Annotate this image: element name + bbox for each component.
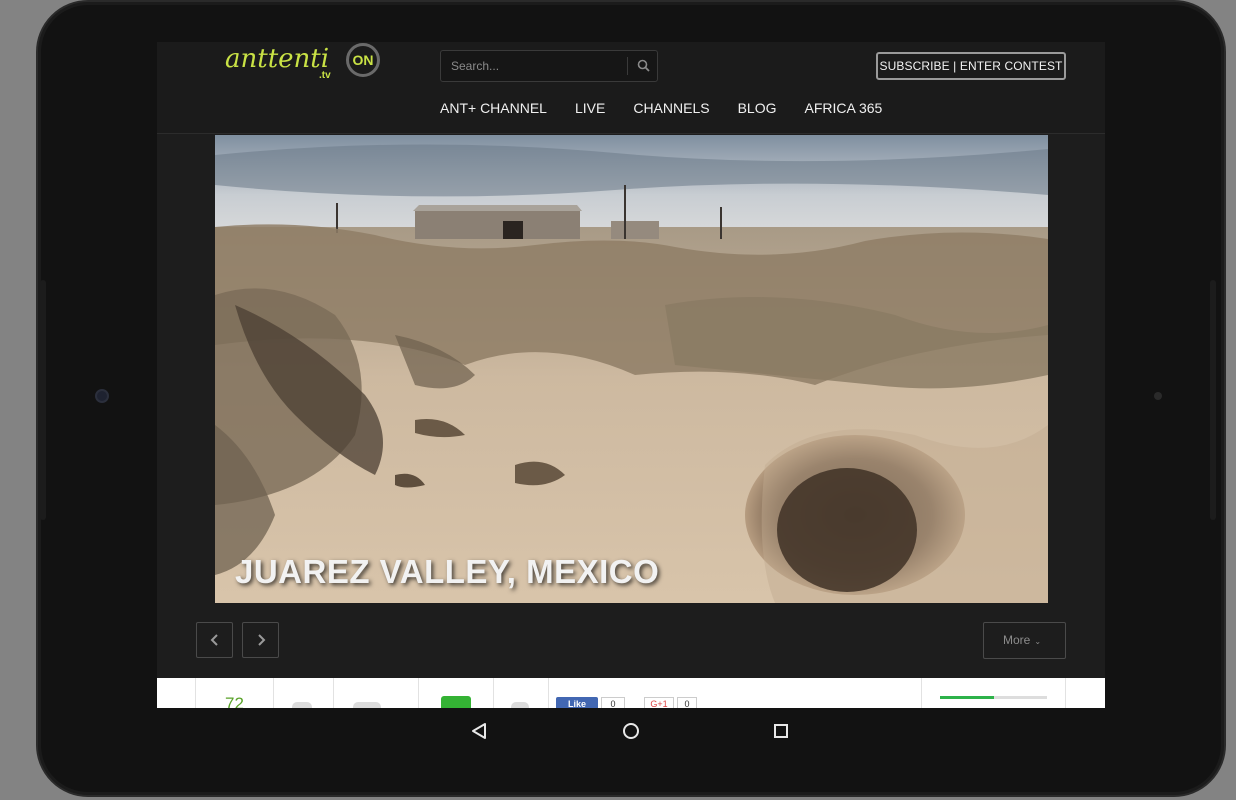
- logo-on-badge: ON: [346, 43, 380, 77]
- nav-item-channels[interactable]: CHANNELS: [633, 100, 709, 120]
- more-button[interactable]: More ⌄: [983, 622, 1066, 659]
- stats-bar: 72 Like 0 G+1 0: [157, 678, 1105, 708]
- hero-video[interactable]: JUAREZ VALLEY, MEXICO: [215, 135, 1048, 603]
- logo-tv: .tv: [319, 70, 331, 81]
- rating-progress-fill: [940, 696, 994, 699]
- site-header: anttenti .tv ON SUBSCRIBE | ENTER CONTES…: [157, 42, 1105, 134]
- camera-icon: [95, 389, 109, 403]
- search-icon: [637, 59, 650, 72]
- search-input[interactable]: [441, 51, 627, 81]
- back-icon[interactable]: [471, 722, 487, 740]
- google-plus-count: 0: [677, 697, 697, 708]
- nav-item-africa-365[interactable]: AFRICA 365: [804, 100, 882, 120]
- nav-item-ant-channel[interactable]: ANT+ CHANNEL: [440, 100, 547, 120]
- stats-divider: [418, 678, 419, 708]
- site-logo[interactable]: anttenti .tv ON: [225, 42, 390, 90]
- logo-text: anttenti: [225, 44, 330, 74]
- prev-button[interactable]: [196, 622, 233, 658]
- nav-item-live[interactable]: LIVE: [575, 100, 605, 120]
- tablet-edge-left: [40, 280, 46, 520]
- search-divider: [627, 57, 628, 75]
- main-nav: ANT+ CHANNEL LIVE CHANNELS BLOG AFRICA 3…: [440, 100, 910, 120]
- stats-divider: [195, 678, 196, 708]
- sensor-icon: [1154, 392, 1162, 400]
- rating-progress: [940, 696, 1047, 699]
- facebook-like-button[interactable]: Like: [556, 697, 598, 708]
- next-button[interactable]: [242, 622, 279, 658]
- hero-caption: JUAREZ VALLEY, MEXICO: [235, 553, 660, 590]
- google-plus-button[interactable]: G+1: [644, 697, 674, 708]
- stats-divider: [1065, 678, 1066, 708]
- stats-divider: [273, 678, 274, 708]
- browser-screen: anttenti .tv ON SUBSCRIBE | ENTER CONTES…: [157, 42, 1105, 708]
- search-box: [440, 50, 658, 82]
- views-count: 72: [225, 694, 244, 708]
- hero-image: [215, 135, 1048, 603]
- tablet-edge-right: [1210, 280, 1216, 520]
- nav-item-blog[interactable]: BLOG: [738, 100, 777, 120]
- home-icon[interactable]: [623, 723, 639, 739]
- chevron-down-icon: ⌄: [1034, 637, 1042, 646]
- share-icon[interactable]: [441, 696, 471, 708]
- android-nav-bar: [157, 708, 1105, 752]
- facebook-like-count: 0: [601, 697, 625, 708]
- stats-divider: [921, 678, 922, 708]
- subscribe-button[interactable]: SUBSCRIBE | ENTER CONTEST: [876, 52, 1066, 80]
- search-button[interactable]: [629, 51, 657, 81]
- recent-apps-icon[interactable]: [774, 724, 788, 738]
- chevron-left-icon: [210, 634, 218, 646]
- more-label: More: [1003, 633, 1031, 647]
- stats-divider: [548, 678, 549, 708]
- chevron-right-icon: [258, 634, 266, 646]
- stats-divider: [493, 678, 494, 708]
- stats-divider: [333, 678, 334, 708]
